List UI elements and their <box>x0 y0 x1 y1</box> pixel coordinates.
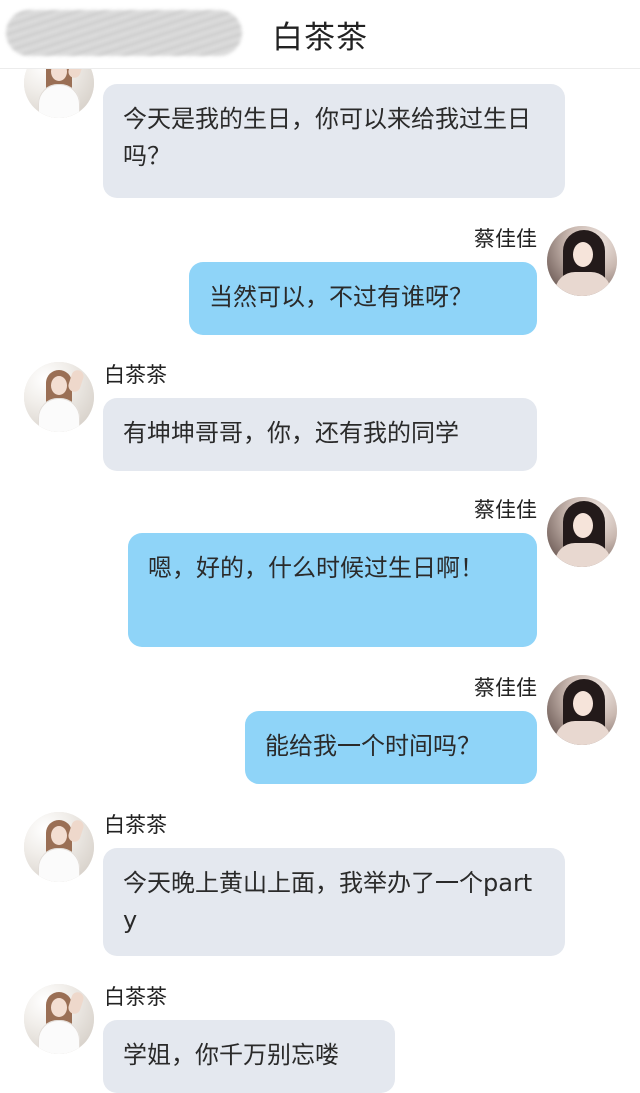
message-row: 蔡佳佳 嗯，好的，什么时候过生日啊！ <box>0 497 640 649</box>
message-bubble[interactable]: 有坤坤哥哥，你，还有我的同学 <box>103 398 537 471</box>
message-bubble[interactable]: 嗯，好的，什么时候过生日啊！ <box>128 533 537 647</box>
sender-name: 白茶茶 <box>104 813 167 837</box>
message-row: 蔡佳佳 当然可以，不过有谁呀？ <box>0 226 640 336</box>
sender-name: 蔡佳佳 <box>474 676 537 700</box>
message-row: 白茶茶 有坤坤哥哥，你，还有我的同学 <box>0 362 640 472</box>
sender-name: 蔡佳佳 <box>474 227 537 251</box>
avatar-icon[interactable] <box>24 812 94 882</box>
avatar-icon[interactable] <box>24 362 94 432</box>
message-row: 白茶茶 今天晚上黄山上面，我举办了一个party <box>0 812 640 958</box>
sender-name: 白茶茶 <box>104 363 167 387</box>
message-bubble[interactable]: 能给我一个时间吗？ <box>245 711 537 784</box>
avatar-icon[interactable] <box>547 226 617 296</box>
sender-name: 蔡佳佳 <box>474 498 537 522</box>
avatar-icon[interactable] <box>547 497 617 567</box>
chat-header: 白茶茶 <box>0 0 640 69</box>
chat-title: 白茶茶 <box>272 20 368 56</box>
message-row: 今天是我的生日，你可以来给我过生日吗？ <box>0 48 640 198</box>
message-bubble[interactable]: 当然可以，不过有谁呀？ <box>189 262 537 335</box>
message-bubble[interactable]: 今天是我的生日，你可以来给我过生日吗？ <box>103 84 565 198</box>
avatar-icon[interactable] <box>547 675 617 745</box>
avatar-icon[interactable] <box>24 984 94 1054</box>
message-row: 蔡佳佳 能给我一个时间吗？ <box>0 675 640 785</box>
message-bubble[interactable]: 今天晚上黄山上面，我举办了一个party <box>103 848 565 956</box>
sender-name: 白茶茶 <box>104 985 167 1009</box>
message-bubble[interactable]: 学姐，你千万别忘喽 <box>103 1020 395 1093</box>
message-row: 白茶茶 学姐，你千万别忘喽 <box>0 984 640 1093</box>
